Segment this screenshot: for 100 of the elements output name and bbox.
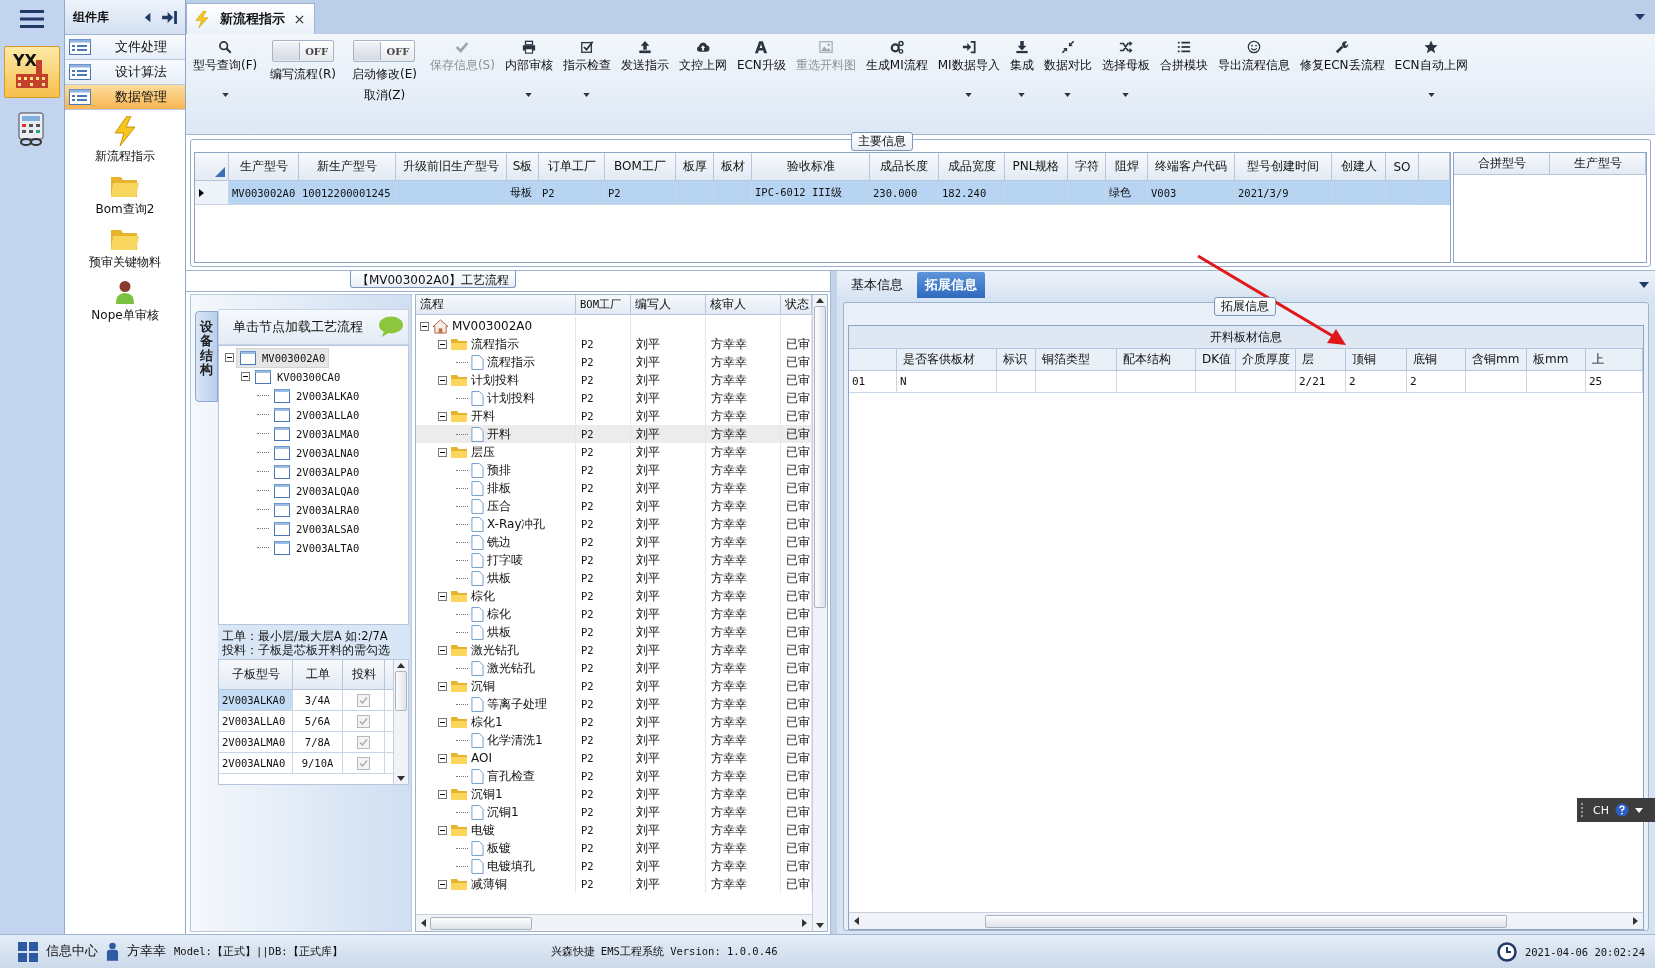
column-header[interactable]: 板厚 — [676, 153, 714, 181]
scrollbar[interactable] — [812, 295, 828, 931]
factory-logo-button[interactable]: YX — [4, 46, 60, 98]
tree-row[interactable]: 沉铜1 P2 刘平 方幸幸 已审 — [416, 785, 813, 803]
tree-row[interactable]: MV003002A0 — [416, 317, 813, 335]
menu-icon[interactable] — [20, 10, 44, 28]
collapse-toggle[interactable] — [438, 879, 447, 889]
tree-row[interactable]: 等离子处理 P2 刘平 方幸幸 已审 — [416, 695, 813, 713]
column-header[interactable]: 阻焊 — [1106, 153, 1148, 181]
toolbar-button[interactable]: 指示检查 — [559, 38, 614, 99]
tab[interactable]: 基本信息 — [843, 272, 911, 298]
column-header[interactable]: 是否客供板材 — [897, 349, 997, 371]
collapse-toggle[interactable] — [438, 339, 447, 349]
column-header[interactable]: 板材 — [714, 153, 752, 181]
tree-row[interactable]: 化学清洗1 P2 刘平 方幸幸 已审 — [416, 731, 813, 749]
column-header[interactable]: 层 — [1296, 349, 1346, 371]
toolbar-button[interactable]: 数据对比 — [1040, 38, 1095, 99]
column-header[interactable]: 成品宽度 — [939, 153, 1005, 181]
column-header[interactable]: 型号创建时间 — [1235, 153, 1332, 181]
column-header[interactable]: 升级前旧生产型号 — [396, 153, 507, 181]
tree-node[interactable]: 2V003ALQA0 — [271, 481, 363, 500]
category-item[interactable]: 数据管理 — [65, 85, 185, 110]
column-header[interactable]: 核审人 — [706, 295, 781, 315]
tree-row[interactable]: 激光钻孔 P2 刘平 方幸幸 已审 — [416, 641, 813, 659]
arrow-left-icon[interactable] — [421, 919, 426, 927]
collapse-toggle[interactable] — [438, 591, 447, 601]
column-header[interactable]: 含铜mm — [1466, 349, 1527, 371]
column-header[interactable]: 子板型号 — [219, 660, 293, 690]
collapse-toggle[interactable] — [438, 825, 447, 835]
arrow-right-icon[interactable] — [802, 919, 808, 927]
tree-row[interactable]: 计划投料 P2 刘平 方幸幸 已审 — [416, 389, 813, 407]
column-header[interactable]: 流程 — [416, 295, 576, 315]
tree-row[interactable]: 预排 P2 刘平 方幸幸 已审 — [416, 461, 813, 479]
column-header[interactable]: 标识 — [997, 349, 1036, 371]
collapse-toggle[interactable] — [438, 375, 447, 385]
column-header[interactable]: SO — [1386, 153, 1419, 181]
tree-row[interactable]: 棕化 P2 刘平 方幸幸 已审 — [416, 587, 813, 605]
tab[interactable]: 拓展信息 — [917, 272, 985, 298]
table-cell[interactable]: 2V003ALLA0 — [219, 711, 293, 732]
toolbar-button[interactable]: 发送指示 — [617, 38, 672, 83]
tree-row[interactable]: 烘板 P2 刘平 方幸幸 已审 — [416, 623, 813, 641]
collapse-toggle[interactable] — [225, 353, 234, 362]
column-header[interactable]: 顶铜 — [1346, 349, 1407, 371]
table-cell[interactable]: 2V003ALKA0 — [219, 690, 293, 711]
tool-item[interactable]: 预审关键物料 — [89, 226, 161, 271]
scrollbar[interactable] — [416, 914, 813, 931]
collapse-toggle[interactable] — [241, 372, 250, 381]
tree-node[interactable]: 2V003ALKA0 — [271, 386, 363, 405]
grid-icon[interactable] — [18, 941, 38, 962]
tree-node[interactable]: 2V003ALPA0 — [271, 462, 363, 481]
tree-node[interactable]: KV00300CA0 — [252, 367, 344, 386]
toggle-switch[interactable]: OFF — [353, 40, 416, 62]
column-header[interactable]: DK值 — [1196, 349, 1236, 371]
checkbox[interactable] — [357, 756, 370, 770]
toolbar-button[interactable]: MI数据导入 — [934, 38, 1003, 99]
collapse-toggle[interactable] — [438, 411, 447, 421]
tree-row[interactable]: 烘板 P2 刘平 方幸幸 已审 — [416, 569, 813, 587]
collapse-toggle[interactable] — [438, 447, 447, 457]
column-header[interactable]: 配本结构 — [1117, 349, 1196, 371]
tree-row[interactable]: 流程指示 P2 刘平 方幸幸 已审 — [416, 353, 813, 371]
tree-row[interactable]: 电镀填孔 P2 刘平 方幸幸 已审 — [416, 857, 813, 875]
tree-row[interactable]: 铣边 P2 刘平 方幸幸 已审 — [416, 533, 813, 551]
collapse-toggle[interactable] — [438, 645, 447, 655]
tool-item[interactable]: Bom查询2 — [95, 173, 155, 218]
tree-row[interactable]: 棕化 P2 刘平 方幸幸 已审 — [416, 605, 813, 623]
tree-row[interactable]: X-Ray冲孔 P2 刘平 方幸幸 已审 — [416, 515, 813, 533]
tree-node[interactable]: MV003002A0 — [236, 347, 330, 368]
help-icon[interactable] — [1614, 803, 1629, 817]
scrollbar[interactable] — [393, 660, 408, 784]
scrollbar[interactable] — [849, 912, 1643, 929]
table-row[interactable]: MV003002A0 10012200001245 母板 P2 P2 IPC-6012 III级 230.000 182.240 绿色 V003 2021/3/9 — [195, 181, 1450, 205]
column-header[interactable]: 生产型号 — [1550, 153, 1646, 175]
arrow-left-icon[interactable] — [854, 917, 859, 925]
tree-node[interactable]: 2V003ALLA0 — [271, 405, 363, 424]
arrow-down-icon[interactable] — [397, 776, 405, 781]
tree-node[interactable]: 2V003ALRA0 — [271, 500, 363, 519]
column-header[interactable]: 创建人 — [1332, 153, 1386, 181]
column-header[interactable]: BOM工厂 — [576, 295, 631, 315]
tree-node[interactable]: 2V003ALNA0 — [271, 443, 363, 462]
toolbar-button[interactable]: 合拼模块 — [1156, 38, 1211, 83]
toolbar-button[interactable]: ECN自动上网 — [1391, 38, 1471, 99]
tree-row[interactable]: AOI P2 刘平 方幸幸 已审 — [416, 749, 813, 767]
collapse-toggle[interactable] — [438, 717, 447, 727]
column-header[interactable]: S板 — [507, 153, 539, 181]
toolbar-button[interactable]: 修复ECN丢流程 — [1296, 38, 1388, 83]
tree-node[interactable]: 2V003ALMA0 — [271, 424, 363, 443]
column-header[interactable]: 新生产型号 — [299, 153, 396, 181]
tree-row[interactable]: 减薄铜 P2 刘平 方幸幸 已审 — [416, 875, 813, 893]
scroll-thumb[interactable] — [985, 914, 1507, 928]
arrow-up-icon[interactable] — [397, 663, 405, 668]
category-item[interactable]: 设计算法 — [65, 60, 185, 85]
column-header[interactable]: 生产型号 — [229, 153, 299, 181]
collapse-toggle[interactable] — [438, 753, 447, 763]
column-header[interactable]: 成品长度 — [870, 153, 939, 181]
collapse-toggle[interactable] — [438, 681, 447, 691]
toggle-switch[interactable]: OFF — [272, 40, 335, 62]
table-cell[interactable]: 2V003ALNA0 — [219, 753, 293, 774]
column-header[interactable]: 上 — [1586, 349, 1643, 371]
scroll-thumb[interactable] — [814, 306, 827, 608]
tree-node[interactable]: 2V003ALTA0 — [271, 538, 363, 557]
